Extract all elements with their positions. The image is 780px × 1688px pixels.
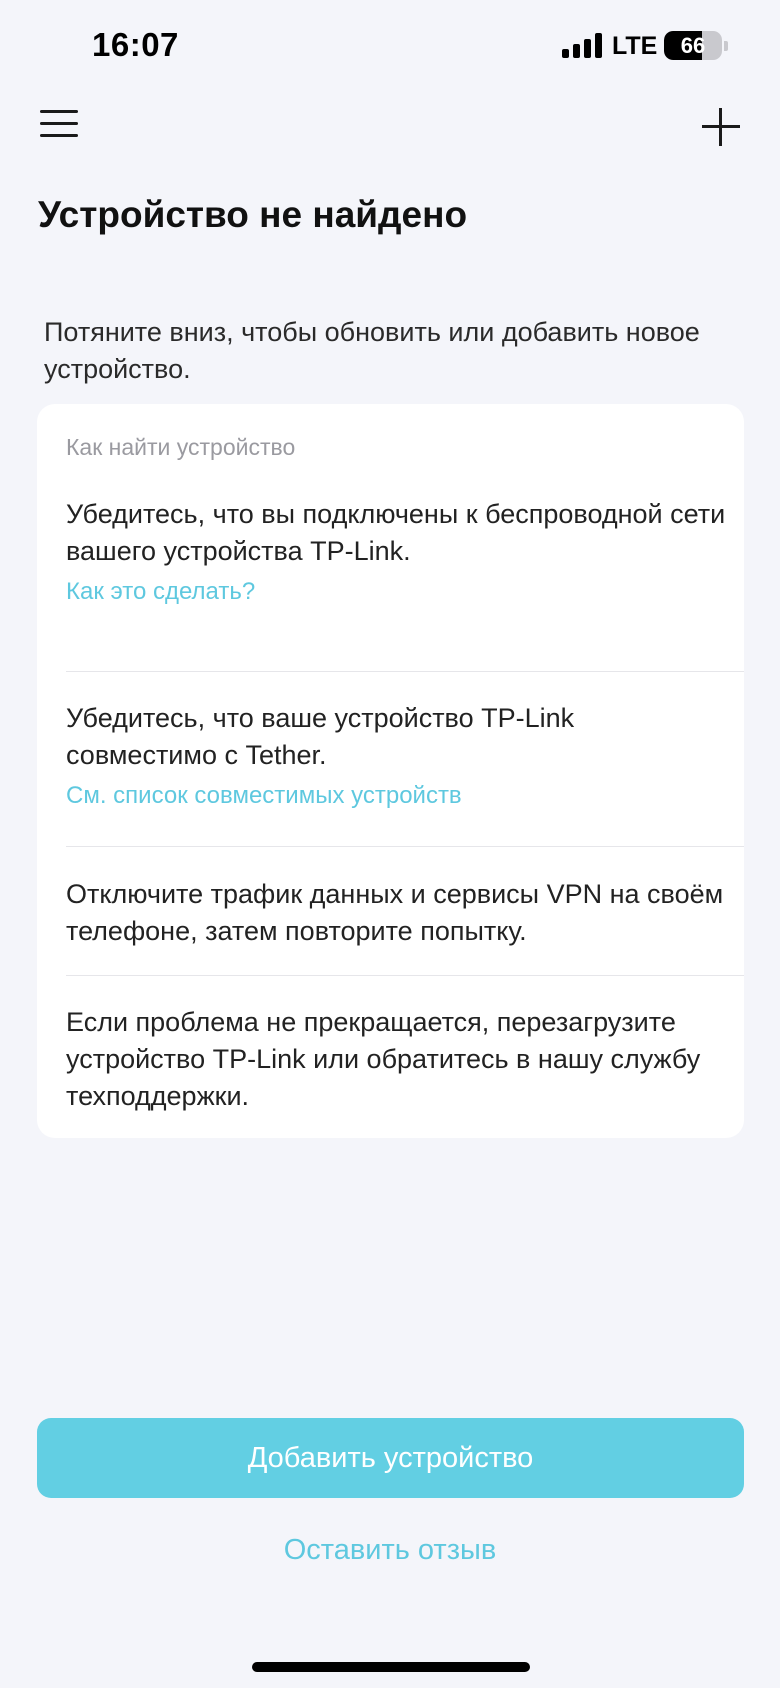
tip-restart: Если проблема не прекращается, перезагру… [66, 1004, 726, 1115]
tip-text: Убедитесь, что вы подключены к беспровод… [66, 499, 726, 566]
tip-compatibility: Убедитесь, что ваше устройство TP-Link с… [66, 700, 726, 810]
tip-text: Отключите трафик данных и сервисы VPN на… [66, 879, 724, 946]
tip-disable-vpn: Отключите трафик данных и сервисы VPN на… [66, 876, 726, 950]
divider [66, 975, 744, 976]
tip-wifi: Убедитесь, что вы подключены к беспровод… [66, 496, 726, 606]
page-title: Устройство не найдено [38, 194, 468, 235]
signal-bars-icon [562, 32, 604, 58]
tip-text: Если проблема не прекращается, перезагру… [66, 1007, 701, 1111]
battery-icon: 66 [664, 31, 722, 60]
network-type: LTE [612, 32, 658, 60]
home-indicator [252, 1662, 530, 1672]
status-time: 16:07 [92, 26, 179, 63]
how-to-link[interactable]: Как это сделать? [66, 578, 726, 606]
add-device-button[interactable]: Добавить устройство [37, 1418, 744, 1498]
pull-to-refresh-hint: Потяните вниз, чтобы обновить или добави… [44, 317, 700, 384]
battery-level: 66 [680, 33, 706, 58]
plus-icon[interactable] [702, 108, 740, 146]
tip-text: Убедитесь, что ваше устройство TP-Link с… [66, 703, 575, 770]
divider [66, 671, 744, 672]
device-not-found-screen: 16:07 LTE 66 Устройство не найдено Потян… [0, 0, 780, 1688]
compatible-devices-link[interactable]: См. список совместимых устройств [66, 782, 726, 810]
status-bar: 16:07 LTE 66 [0, 0, 780, 96]
leave-feedback-link[interactable]: Оставить отзыв [0, 1534, 780, 1567]
how-to-find-device-card: Как найти устройство Убедитесь, что вы п… [37, 404, 744, 1138]
card-header: Как найти устройство [66, 434, 296, 460]
hamburger-menu-icon[interactable] [40, 108, 78, 140]
battery-tip [724, 41, 728, 51]
divider [66, 846, 744, 847]
